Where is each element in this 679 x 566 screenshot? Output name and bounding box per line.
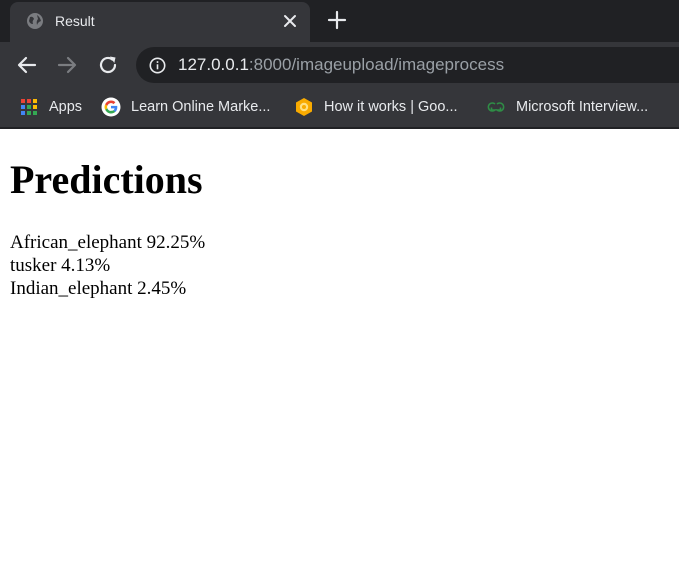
globe-icon — [27, 13, 43, 29]
bookmark-how-it-works[interactable]: How it works | Goo... — [294, 95, 458, 119]
new-tab-plus-icon[interactable] — [327, 10, 347, 30]
url-host: 127.0.0.1 — [178, 55, 249, 74]
bookmark-learn-online-marketing[interactable]: Learn Online Marke... — [101, 95, 270, 119]
url-path: :8000/imageupload/imageprocess — [248, 55, 505, 74]
google-icon — [101, 97, 121, 117]
reload-icon[interactable] — [97, 54, 119, 76]
prediction-item: Indian_elephant 2.45% — [10, 278, 187, 299]
page-content: Predictions African_elephant 92.25% tusk… — [0, 129, 679, 566]
hexagon-logo-icon — [296, 98, 312, 116]
back-arrow-icon[interactable] — [16, 54, 38, 76]
bookmark-label: Learn Online Marke... — [131, 99, 271, 115]
bookmarks-bar: Apps Learn Online Marke... How it works … — [0, 88, 679, 127]
tab-title: Result — [55, 13, 95, 29]
address-bar[interactable]: 127.0.0.1:8000/imageupload/imageprocess — [136, 47, 679, 83]
tab-result[interactable]: Result — [10, 2, 310, 42]
url-text[interactable]: 127.0.0.1:8000/imageupload/imageprocess — [178, 55, 504, 75]
bookmark-apps[interactable]: Apps — [19, 95, 82, 119]
info-icon[interactable] — [149, 57, 166, 74]
close-icon[interactable] — [282, 13, 298, 29]
browser-toolbar: 127.0.0.1:8000/imageupload/imageprocess — [0, 42, 679, 88]
bookmark-microsoft-interview[interactable]: Microsoft Interview... — [486, 95, 648, 119]
bookmark-label: How it works | Goo... — [324, 99, 458, 115]
predictions-list: African_elephant 92.25% tusker 4.13% Ind… — [10, 231, 205, 300]
prediction-item: tusker 4.13% — [10, 255, 111, 276]
bookmark-label: Apps — [49, 99, 83, 115]
gfg-icon — [487, 102, 505, 112]
page-title: Predictions — [10, 157, 203, 202]
bookmark-label: Microsoft Interview... — [516, 99, 649, 115]
prediction-item: African_elephant 92.25% — [10, 232, 206, 253]
tab-strip: Result — [0, 0, 679, 42]
apps-grid-icon — [21, 99, 37, 115]
forward-arrow-icon[interactable] — [56, 54, 78, 76]
